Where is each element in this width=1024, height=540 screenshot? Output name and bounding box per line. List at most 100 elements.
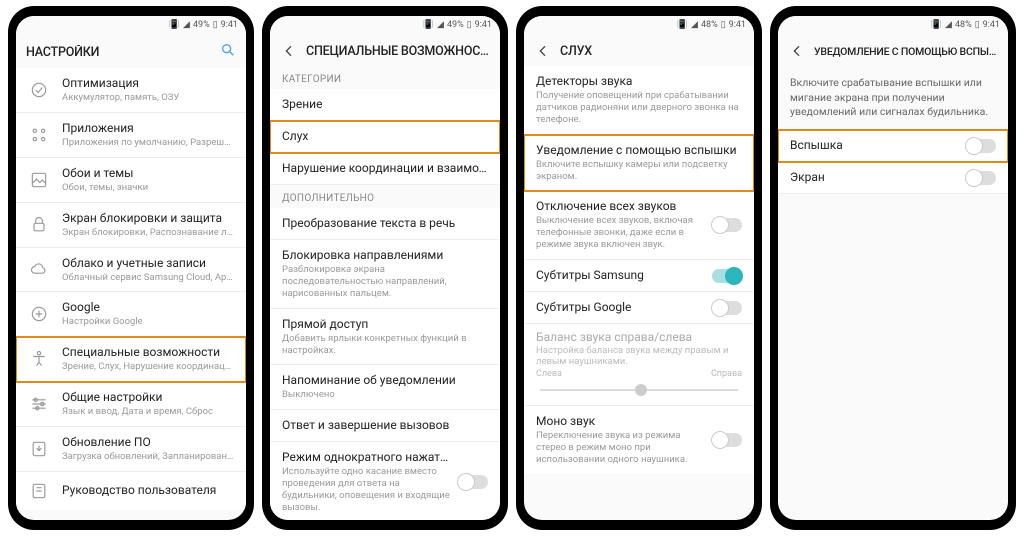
sliders-icon bbox=[28, 393, 50, 415]
row-flash[interactable]: Вспышка bbox=[778, 130, 1008, 162]
toggle-samsung-subtitles[interactable] bbox=[712, 269, 742, 283]
header: УВЕДОМЛЕНИЕ С ПОМОЩЬЮ ВСПЫШКИ bbox=[778, 34, 1008, 66]
row-general[interactable]: Общие настройкиЯзык и ввод, Дата и время… bbox=[16, 382, 246, 427]
row-sound-balance: Баланс звука справа/слева Настройка бала… bbox=[524, 324, 754, 406]
row-single-tap[interactable]: Режим однократного нажатияИспользуйте од… bbox=[270, 442, 500, 520]
phone-frame: 📳 ◢ 49% ▯ 9:41 НАСТРОЙКИ ОптимизацияАкку… bbox=[8, 6, 254, 530]
toggle-flash[interactable] bbox=[966, 139, 996, 153]
section-extra: ДОПОЛНИТЕЛЬНО bbox=[270, 185, 500, 208]
flash-list: Включите срабатывание вспышки или мигани… bbox=[778, 66, 1008, 520]
row-screen[interactable]: Экран bbox=[778, 162, 1008, 194]
row-google-subtitles[interactable]: Субтитры Google bbox=[524, 292, 754, 324]
signal-icon: ◢ bbox=[437, 20, 444, 30]
toggle-google-subtitles[interactable] bbox=[712, 301, 742, 315]
clock: 9:41 bbox=[221, 20, 238, 30]
clock: 9:41 bbox=[729, 20, 746, 30]
row-manual[interactable]: Руководство пользователя bbox=[16, 472, 246, 510]
screen: 📳 ◢ 48% ▯ 9:41 СЛУХ Детекторы звукаПолуч… bbox=[524, 16, 754, 520]
battery-icon: ▯ bbox=[467, 20, 472, 30]
back-button[interactable] bbox=[788, 42, 806, 60]
signal-icon: ◢ bbox=[691, 20, 698, 30]
screen: 📳 ◢ 49% ▯ 9:41 СПЕЦИАЛЬНЫЕ ВОЗМОЖНОСТИ К… bbox=[270, 16, 500, 520]
page-title: НАСТРОЙКИ bbox=[26, 45, 220, 60]
statusbar: 📳 ◢ 49% ▯ 9:41 bbox=[270, 16, 500, 34]
battery-icon: ▯ bbox=[721, 20, 726, 30]
update-icon bbox=[28, 438, 50, 460]
clock: 9:41 bbox=[983, 20, 1000, 30]
accessibility-list: КАТЕГОРИИ Зрение Слух Нарушение координа… bbox=[270, 66, 500, 520]
row-accessibility[interactable]: Специальные возможностиЗрение, Слух, Нар… bbox=[16, 337, 246, 382]
search-icon[interactable] bbox=[220, 42, 236, 62]
phone-frame: 📳 ◢ 48% ▯ 9:41 СЛУХ Детекторы звукаПолуч… bbox=[516, 6, 762, 530]
balance-right-label: Справа bbox=[711, 369, 742, 379]
statusbar: 📳 ◢ 49% ▯ 9:41 bbox=[16, 16, 246, 34]
phone-frame: 📳 ◢ 48% ▯ 9:41 УВЕДОМЛЕНИЕ С ПОМОЩЬЮ ВСП… bbox=[770, 6, 1016, 530]
signal-icon: ◢ bbox=[183, 20, 190, 30]
row-cloud[interactable]: Облако и учетные записиОблачный сервис S… bbox=[16, 248, 246, 293]
battery-pct: 49% bbox=[193, 20, 210, 30]
statusbar: 📳 ◢ 48% ▯ 9:41 bbox=[524, 16, 754, 34]
vibrate-icon: 📳 bbox=[169, 20, 180, 30]
row-tts[interactable]: Преобразование текста в речь bbox=[270, 208, 500, 240]
header: СЛУХ bbox=[524, 34, 754, 66]
book-icon bbox=[28, 480, 50, 502]
balance-slider[interactable] bbox=[540, 389, 738, 391]
page-title: УВЕДОМЛЕНИЕ С ПОМОЩЬЮ ВСПЫШКИ bbox=[814, 45, 998, 58]
row-notification-reminder[interactable]: Напоминание об уведомленииВыключено bbox=[270, 365, 500, 410]
row-mute-all[interactable]: Отключение всех звуковВыключение всех зв… bbox=[524, 191, 754, 260]
statusbar: 📳 ◢ 48% ▯ 9:41 bbox=[778, 16, 1008, 34]
slider-thumb[interactable] bbox=[635, 384, 647, 396]
row-sound-detectors[interactable]: Детекторы звукаПолучение оповещений при … bbox=[524, 66, 754, 135]
back-button[interactable] bbox=[534, 42, 552, 60]
row-samsung-subtitles[interactable]: Субтитры Samsung bbox=[524, 260, 754, 292]
wallpaper-icon bbox=[28, 169, 50, 191]
row-dexterity[interactable]: Нарушение координации и взаимод… bbox=[270, 153, 500, 185]
row-direct-access[interactable]: Прямой доступДобавить ярлыки конкретных … bbox=[270, 309, 500, 366]
cloud-icon bbox=[28, 258, 50, 280]
screen: 📳 ◢ 48% ▯ 9:41 УВЕДОМЛЕНИЕ С ПОМОЩЬЮ ВСП… bbox=[778, 16, 1008, 520]
toggle-mono[interactable] bbox=[712, 433, 742, 447]
row-direction-lock[interactable]: Блокировка направлениямиРазблокировка эк… bbox=[270, 240, 500, 309]
lock-icon bbox=[28, 214, 50, 236]
clock: 9:41 bbox=[475, 20, 492, 30]
signal-icon: ◢ bbox=[945, 20, 952, 30]
header: НАСТРОЙКИ bbox=[16, 34, 246, 68]
screen: 📳 ◢ 49% ▯ 9:41 НАСТРОЙКИ ОптимизацияАкку… bbox=[16, 16, 246, 520]
battery-icon: ▯ bbox=[975, 20, 980, 30]
page-title: СПЕЦИАЛЬНЫЕ ВОЗМОЖНОСТИ bbox=[306, 44, 490, 59]
balance-left-label: Слева bbox=[536, 369, 562, 379]
row-google[interactable]: GoogleНастройки Google bbox=[16, 292, 246, 337]
google-icon bbox=[28, 303, 50, 325]
toggle-mute-all[interactable] bbox=[712, 218, 742, 232]
toggle-screen[interactable] bbox=[966, 171, 996, 185]
row-call-answer[interactable]: Ответ и завершение вызовов bbox=[270, 410, 500, 442]
vibrate-icon: 📳 bbox=[423, 20, 434, 30]
row-optimization[interactable]: ОптимизацияАккумулятор, память, ОЗУ bbox=[16, 68, 246, 113]
section-categories: КАТЕГОРИИ bbox=[270, 66, 500, 89]
row-update[interactable]: Обновление ПОЗагрузка обновлений, Заплан… bbox=[16, 427, 246, 472]
vibrate-icon: 📳 bbox=[931, 20, 942, 30]
back-button[interactable] bbox=[280, 42, 298, 60]
row-hearing[interactable]: Слух bbox=[270, 121, 500, 153]
settings-list: ОптимизацияАккумулятор, память, ОЗУ Прил… bbox=[16, 68, 246, 520]
row-wallpaper[interactable]: Обои и темыОбои, темы, значки bbox=[16, 158, 246, 203]
toggle-single-tap[interactable] bbox=[458, 475, 488, 489]
row-apps[interactable]: ПриложенияПриложения по умолчанию, Разре… bbox=[16, 113, 246, 158]
accessibility-icon bbox=[28, 348, 50, 370]
vibrate-icon: 📳 bbox=[677, 20, 688, 30]
battery-icon: ▯ bbox=[213, 20, 218, 30]
phone-frame: 📳 ◢ 49% ▯ 9:41 СПЕЦИАЛЬНЫЕ ВОЗМОЖНОСТИ К… bbox=[262, 6, 508, 530]
row-lockscreen[interactable]: Экран блокировки и защитаЭкран блокировк… bbox=[16, 203, 246, 248]
page-title: СЛУХ bbox=[560, 44, 744, 59]
optimization-icon bbox=[28, 79, 50, 101]
row-vision[interactable]: Зрение bbox=[270, 89, 500, 121]
row-mono[interactable]: Моно звукПереключение звука из режима ст… bbox=[524, 406, 754, 474]
description: Включите срабатывание вспышки или мигани… bbox=[778, 66, 1008, 130]
battery-pct: 49% bbox=[447, 20, 464, 30]
battery-pct: 48% bbox=[701, 20, 718, 30]
header: СПЕЦИАЛЬНЫЕ ВОЗМОЖНОСТИ bbox=[270, 34, 500, 66]
hearing-list: Детекторы звукаПолучение оповещений при … bbox=[524, 66, 754, 520]
apps-icon bbox=[28, 124, 50, 146]
battery-pct: 48% bbox=[955, 20, 972, 30]
row-flash-notification[interactable]: Уведомление с помощью вспышкиВключите вс… bbox=[524, 135, 754, 192]
